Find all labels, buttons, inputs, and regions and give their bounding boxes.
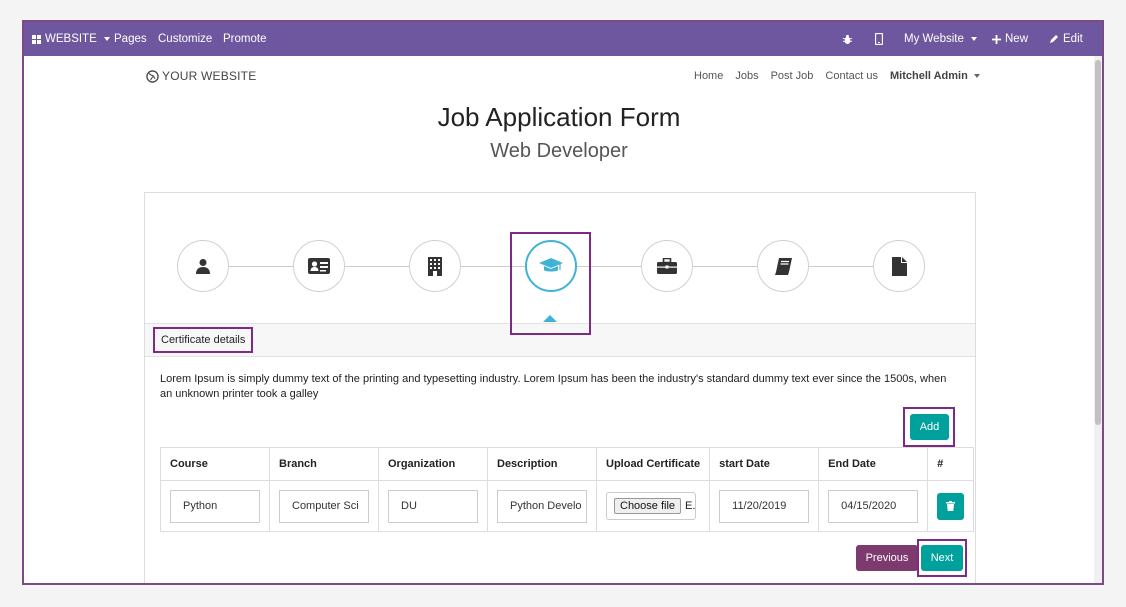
file-icon [891,256,907,276]
website-menu[interactable]: WEBSITE [32,22,110,56]
book-icon [774,257,792,275]
certificates-table: Course Branch Organization Description U… [160,447,975,532]
caret-down-icon [973,74,980,78]
branch-input[interactable]: Computer Sci [279,489,369,523]
section-description: Lorem Ipsum is simply dummy text of the … [160,373,947,400]
start-date-input[interactable]: 11/20/2019 [719,489,810,523]
pages-menu[interactable]: Pages [114,22,147,56]
scrollbar[interactable] [1094,56,1102,583]
step-personal[interactable] [177,240,229,292]
column-header-upload-certificate: Upload Certificate [595,447,711,481]
step-experience[interactable] [641,240,693,292]
column-header-end-date: End Date [818,447,929,481]
my-website-label: My Website [904,33,964,45]
course-input[interactable]: Python [170,489,260,523]
user-menu[interactable]: Mitchell Admin [890,70,980,82]
customize-menu[interactable]: Customize [158,22,212,56]
column-header-description: Description [487,447,597,481]
step-organization[interactable] [409,240,461,292]
site-nav: Home Jobs Post Job Contact us Mitchell A… [694,69,980,83]
nav-jobs[interactable]: Jobs [735,70,758,82]
brand-name: YOUR WEBSITE [162,69,257,83]
next-button[interactable]: Next [921,545,963,571]
trash-icon [946,501,956,511]
site-logo[interactable]: YOUR WEBSITE [146,69,256,83]
page-subtitle: Web Developer [490,140,628,162]
nav-contact-us[interactable]: Contact us [825,70,878,82]
new-button[interactable]: New [992,22,1028,56]
column-header-course: Course [160,447,270,481]
column-header-start-date: start Date [709,447,820,481]
globe-icon [146,69,159,83]
building-icon [428,256,442,276]
section-title: Certificate details [153,327,254,353]
page-title: Job Application Form [437,102,681,132]
edit-button[interactable]: Edit [1049,22,1083,56]
mobile-preview-button[interactable] [875,22,883,56]
step-skills[interactable] [757,240,809,292]
mobile-icon [875,33,883,45]
active-step-pointer [543,315,557,322]
nav-home[interactable]: Home [694,70,723,82]
add-row-button[interactable]: Add [910,414,949,440]
step-identity[interactable] [293,240,345,292]
browser-frame: WEBSITE Pages Customize Promote My Websi… [22,20,1104,585]
delete-row-button[interactable] [937,492,965,520]
end-date-input[interactable]: 04/15/2020 [828,489,919,523]
user-icon [196,259,210,274]
id-card-icon [308,258,330,274]
promote-menu[interactable]: Promote [223,22,266,56]
my-website-menu[interactable]: My Website [904,22,977,56]
edit-label: Edit [1063,33,1083,45]
step-documents[interactable] [873,240,925,292]
caret-down-icon [970,37,977,41]
nav-post-job[interactable]: Post Job [771,70,814,82]
scrollbar-thumb[interactable] [1095,60,1101,425]
new-label: New [1005,33,1029,45]
pencil-icon [1050,35,1058,43]
admin-topbar: WEBSITE Pages Customize Promote My Websi… [24,22,1102,56]
apps-grid-icon [32,34,41,44]
bug-icon [842,34,853,44]
plus-icon [992,34,1001,44]
description-input[interactable]: Python Develo [497,489,587,523]
table-row: Python Computer Sci DU Python Develo Cho… [160,480,975,532]
column-header-actions: # [927,447,975,481]
debug-button[interactable] [842,22,853,56]
column-header-organization: Organization [378,447,488,481]
column-header-branch: Branch [269,447,379,481]
application-form-panel: Certificate details Lorem Ipsum is simpl… [144,192,976,583]
organization-input[interactable]: DU [388,489,478,523]
user-name: Mitchell Admin [890,70,968,82]
file-status: E... [685,500,696,512]
certificate-file-input[interactable]: Choose file E... [606,492,696,520]
caret-down-icon [103,37,110,41]
choose-file-button[interactable]: Choose file [614,498,682,514]
briefcase-icon [657,258,677,274]
website-menu-label: WEBSITE [45,33,97,45]
previous-button[interactable]: Previous [856,545,918,571]
